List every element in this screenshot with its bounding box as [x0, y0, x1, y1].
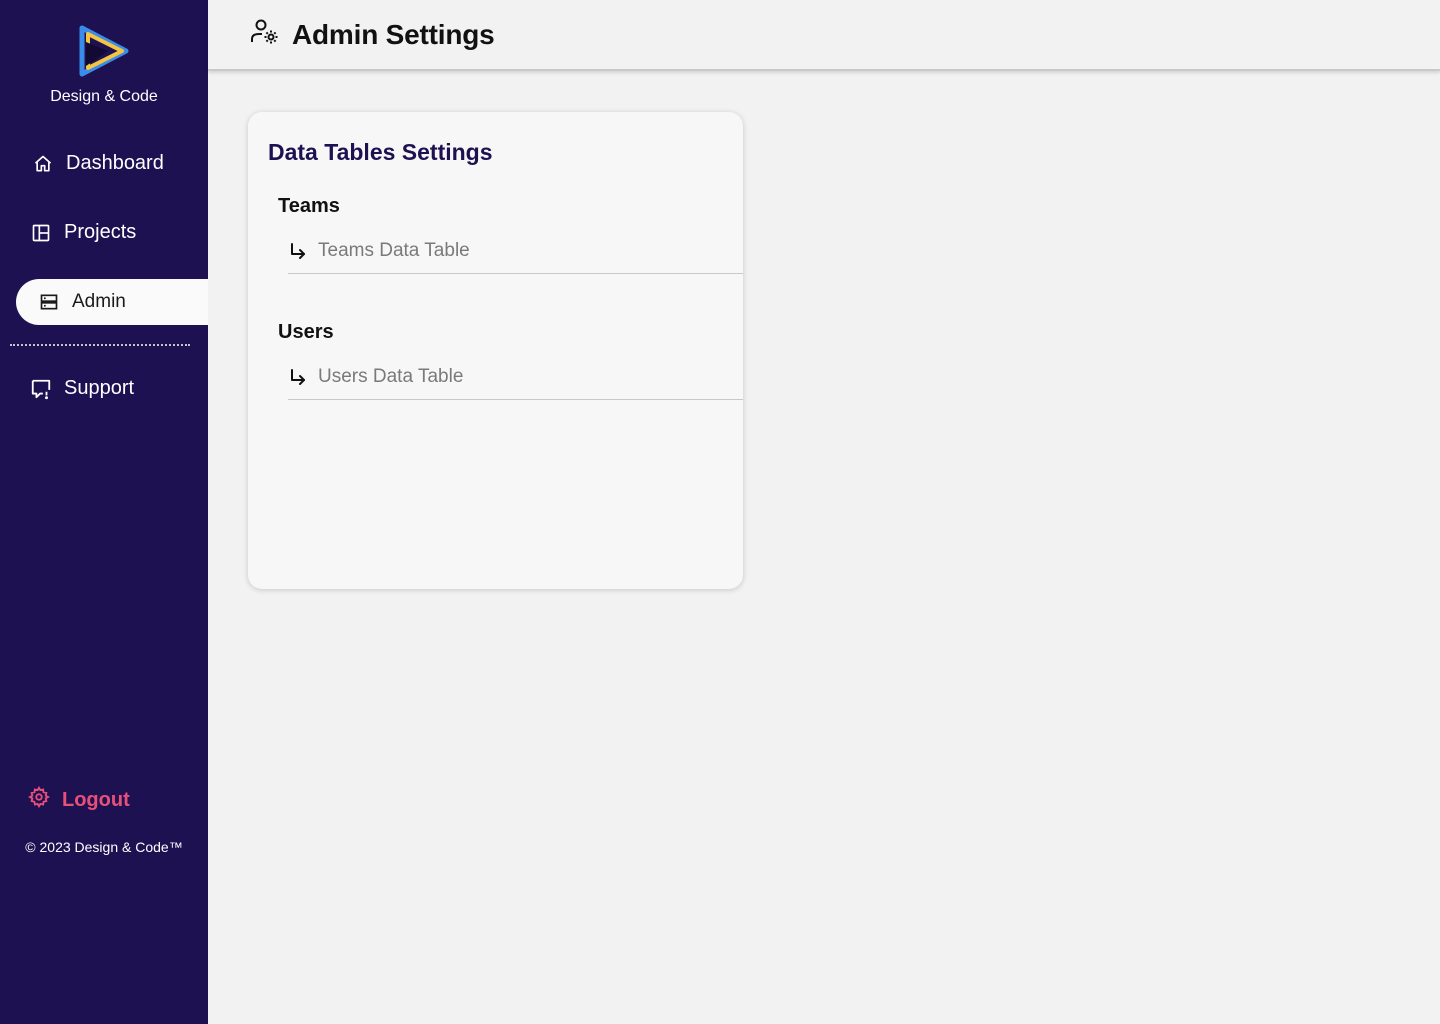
sidebar-item-label: Admin: [72, 291, 126, 312]
page-title: Admin Settings: [292, 18, 495, 50]
page-header: Admin Settings: [208, 0, 1440, 71]
play-triangle-logo[interactable]: [78, 24, 130, 78]
sidebar-item-label: Projects: [64, 221, 137, 243]
chat-help-icon: [30, 378, 52, 400]
sidebar-item-projects[interactable]: Projects: [30, 221, 136, 244]
sidebar-item-label: Support: [64, 377, 135, 399]
home-icon: [32, 153, 54, 175]
section-label-teams: Teams: [278, 195, 340, 217]
card-title: Data Tables Settings: [268, 139, 493, 165]
brand-name: Design & Code: [50, 88, 158, 105]
sidebar-item-admin[interactable]: Admin: [16, 279, 208, 325]
server-icon: [38, 291, 60, 313]
sidebar-item-dashboard[interactable]: Dashboard: [32, 152, 164, 175]
logout-label: Logout: [62, 788, 130, 811]
data-tables-settings-card: Data Tables Settings Teams Teams Data Ta…: [248, 112, 743, 589]
sidebar-divider: [10, 344, 190, 346]
link-label: Users Data Table: [318, 365, 464, 387]
sidebar-item-label: Dashboard: [66, 152, 164, 174]
layout-icon: [30, 222, 52, 244]
link-label: Teams Data Table: [318, 239, 470, 261]
logout-button[interactable]: Logout: [27, 786, 130, 814]
user-gear-icon: [250, 17, 280, 52]
sidebar-item-support[interactable]: Support: [30, 377, 134, 400]
copyright: © 2023 Design & Code™: [25, 839, 183, 855]
users-data-table-link[interactable]: Users Data Table: [288, 354, 743, 400]
arrow-return-icon: [288, 367, 308, 387]
arrow-return-icon: [288, 241, 308, 261]
section-label-users: Users: [278, 321, 334, 343]
gear-icon: [27, 786, 51, 814]
sidebar: Design & Code Dashboard Projects Admin S…: [0, 0, 208, 1024]
teams-data-table-link[interactable]: Teams Data Table: [288, 228, 743, 274]
brand: Design & Code: [0, 24, 208, 106]
